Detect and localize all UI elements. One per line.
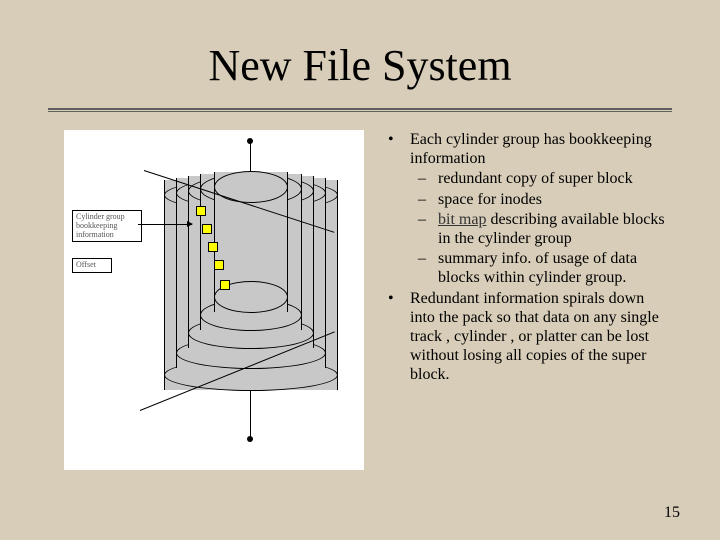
sub-bullet-text: redundant copy of super block bbox=[438, 169, 670, 188]
label-line: information bbox=[76, 230, 114, 239]
page-number: 15 bbox=[664, 504, 680, 522]
sub-bullet-text: summary info. of usage of data blocks wi… bbox=[438, 249, 670, 287]
bullet-item: • Each cylinder group has bookkeeping in… bbox=[384, 130, 670, 168]
bullet-item: • Redundant information spirals down int… bbox=[384, 289, 670, 385]
sub-bullet-text: bit map describing available blocks in t… bbox=[438, 210, 670, 248]
sub-bullet-item: – bit map describing available blocks in… bbox=[384, 210, 670, 248]
dash-mark: – bbox=[414, 169, 438, 188]
bullet-text: Each cylinder group has bookkeeping info… bbox=[410, 130, 670, 168]
cylinder-inner bbox=[214, 172, 288, 312]
marker-5 bbox=[220, 280, 230, 290]
marker-2 bbox=[202, 224, 212, 234]
dash-mark: – bbox=[414, 249, 438, 287]
title-rule bbox=[48, 108, 672, 110]
slide: New File System bbox=[0, 0, 720, 540]
cylinder-figure: Cylinder group bookkeeping information O… bbox=[64, 130, 364, 470]
axis-top-dot bbox=[247, 138, 253, 144]
arrow-bookkeeping bbox=[138, 224, 192, 225]
label-bookkeeping: Cylinder group bookkeeping information bbox=[72, 210, 142, 242]
page-title: New File System bbox=[0, 40, 720, 91]
axis-bottom-dot bbox=[247, 436, 253, 442]
dash-mark: – bbox=[414, 190, 438, 209]
sub-bullet-item: – summary info. of usage of data blocks … bbox=[384, 249, 670, 287]
dash-mark: – bbox=[414, 210, 438, 248]
bullet-dot: • bbox=[384, 289, 410, 385]
sub-bullet-text: space for inodes bbox=[438, 190, 670, 209]
label-offset: Offset bbox=[72, 258, 112, 273]
sub-bullet-item: – space for inodes bbox=[384, 190, 670, 209]
label-line: bookkeeping bbox=[76, 221, 117, 230]
marker-4 bbox=[214, 260, 224, 270]
label-line: Cylinder group bbox=[76, 212, 125, 221]
bullet-text: Redundant information spirals down into … bbox=[410, 289, 670, 385]
marker-1 bbox=[196, 206, 206, 216]
bullet-list: • Each cylinder group has bookkeeping in… bbox=[384, 130, 670, 385]
sub-bullet-item: – redundant copy of super block bbox=[384, 169, 670, 188]
label-line: Offset bbox=[76, 260, 96, 269]
bullet-dot: • bbox=[384, 130, 410, 168]
marker-3 bbox=[208, 242, 218, 252]
bitmap-underlined: bit map bbox=[438, 211, 486, 228]
